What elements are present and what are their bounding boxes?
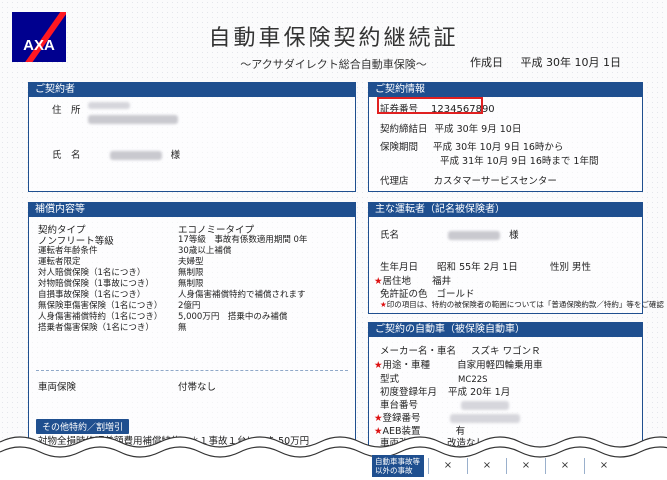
period-to: 平成 31年 10月 9日 16時まで 1年間 <box>440 156 599 167</box>
maker-value: スズキ ワゴンＲ <box>471 346 541 357</box>
coverage-header: 補償内容等 <box>29 203 355 217</box>
policy-number-highlight <box>377 97 483 114</box>
agent-row: 代理店 カスタマーサービスセンター <box>380 173 557 187</box>
license-color-row: 免許証の色 ゴールド <box>380 286 475 300</box>
coverage-row-9: 搭乗者傷害保険（1名につき） <box>38 321 154 333</box>
coverage-divider <box>36 370 348 371</box>
driver-header: 主な運転者（記名被保険者） <box>369 203 642 217</box>
usage-value: 自家用軽四輪乗用車 <box>457 360 543 371</box>
accident-cell-2: × <box>506 458 545 474</box>
period-from: 平成 30年 10月 9日 16時から <box>433 142 564 153</box>
coverage-label: 搭乗者傷害保険（1名につき） <box>38 323 154 333</box>
usage-label: 用途・車種 <box>382 360 431 371</box>
gender-label: 性別 <box>550 262 570 273</box>
note-text: 印の項目は、特約の被保険者の範囲については「普通保険約款／特約」等をご確認 <box>386 300 664 309</box>
document-title: 自動車保険契約継続証 <box>208 26 459 51</box>
birthdate-value: 昭和 55年 2月 1日 <box>437 262 518 273</box>
contract-date-label: 契約締結日 <box>380 124 428 135</box>
chassis-redacted <box>461 401 510 410</box>
coverage-value-8: 5,000万円 搭乗中のみ補償 <box>178 312 288 322</box>
name-label: 氏 名 <box>52 150 81 161</box>
gender-value: 男性 <box>572 262 592 273</box>
birthdate-label: 生年月日 <box>380 262 419 273</box>
residence-row: ★居住地 福井 <box>374 273 451 287</box>
accident-cell-4: × <box>584 458 623 474</box>
usage-row: ★用途・車種 自家用軽四輪乗用車 <box>374 357 543 371</box>
vehicle-insurance-value: 付帯なし <box>178 382 217 393</box>
address-row: 住 所 <box>52 102 81 116</box>
address-redacted <box>88 100 178 124</box>
driver-note: ★印の項目は、特約の被保険者の範囲については「普通保険約款／特約」等をご確認 <box>380 299 664 310</box>
gender-row: 性別 男性 <box>550 259 591 273</box>
period-row: 保険期間 平成 30年 10月 9日 16時から <box>380 139 563 153</box>
name-redacted <box>109 151 162 160</box>
required-mark: ★ <box>374 360 383 371</box>
driver-name-label: 氏名 <box>380 230 400 241</box>
vehicle-insurance-row: 車両保険 <box>38 379 76 393</box>
plate-row: ★登録番号 <box>374 410 520 424</box>
chassis-row: 車台番号 <box>380 397 510 411</box>
birthdate-row: 生年月日 昭和 55年 2月 1日 <box>380 259 518 273</box>
accident-grid-header: 自動車事故等以外の事故 <box>372 455 424 477</box>
driver-name-row: 氏名 様 <box>380 227 519 241</box>
address-line-redacted <box>88 115 178 124</box>
contract-info-header: ご契約情報 <box>369 83 642 97</box>
contract-date-row: 契約締結日 平成 30年 9月 10日 <box>380 121 521 135</box>
contract-date-value: 平成 30年 9月 10日 <box>434 124 522 135</box>
driver-honorific: 様 <box>509 230 519 241</box>
vehicle-insurance-label: 車両保険 <box>38 382 77 393</box>
note-mark: ★ <box>380 300 387 309</box>
policyholder-header: ご契約者 <box>29 83 355 97</box>
creation-date-label: 作成日 <box>470 56 503 69</box>
maker-row: メーカー名・車名 スズキ ワゴンＲ <box>380 343 541 357</box>
accident-cell-0: × <box>428 458 467 474</box>
creation-date-value: 平成 30年 10月 1日 <box>520 56 621 69</box>
maker-label: メーカー名・車名 <box>380 346 457 357</box>
accident-grid: × × × × × <box>428 458 623 474</box>
accident-cell-3: × <box>545 458 584 474</box>
address-label: 住 所 <box>52 105 81 116</box>
model-row: 型式 MC22S <box>380 371 488 385</box>
plate-redacted <box>449 414 520 423</box>
vehicle-header: ご契約の自動車（被保険自動車） <box>369 323 642 337</box>
agent-label: 代理店 <box>380 176 409 187</box>
name-suffix: 様 <box>170 150 181 161</box>
period-label: 保険期間 <box>380 142 419 153</box>
postal-code-redacted <box>88 102 130 109</box>
coverage-value-9: 無 <box>178 323 187 333</box>
accident-cell-1: × <box>467 458 506 474</box>
first-registration-row: 初度登録年月 平成 20年 1月 <box>380 384 510 398</box>
policyholder-panel: ご契約者 <box>28 82 356 192</box>
driver-name-redacted <box>448 231 501 240</box>
name-row: 氏 名 様 <box>52 147 180 161</box>
creation-date: 作成日 平成 30年 10月 1日 <box>470 54 635 70</box>
agent-value: カスタマーサービスセンター <box>433 176 557 187</box>
